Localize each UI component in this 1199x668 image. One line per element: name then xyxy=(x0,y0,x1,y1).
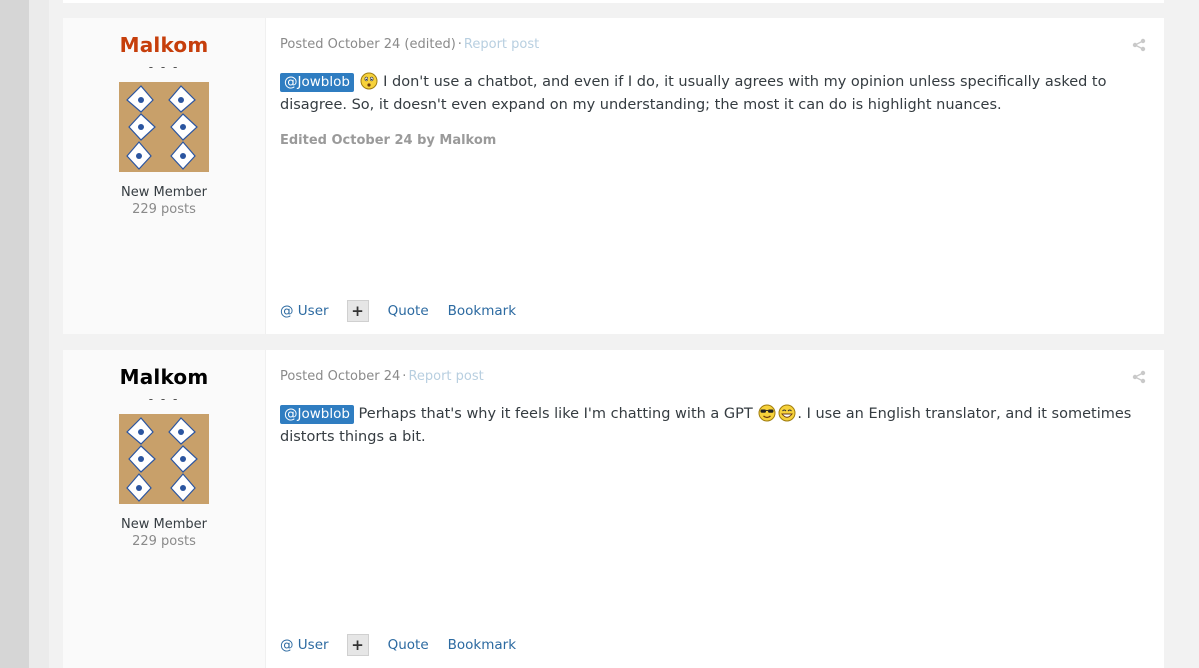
bookmark-button[interactable]: Bookmark xyxy=(448,637,516,653)
report-post-link[interactable]: Report post xyxy=(464,37,539,52)
post: Malkom - - - New Member 229 posts Posted… xyxy=(63,350,1164,668)
meta-separator: · xyxy=(402,369,407,384)
author-name[interactable]: Malkom xyxy=(63,365,265,389)
post-controls: @ User + Quote Bookmark xyxy=(280,634,516,656)
post-count: 229 posts xyxy=(132,202,196,217)
bookmark-button[interactable]: Bookmark xyxy=(448,303,516,319)
author-title-dashes: - - - xyxy=(148,392,180,406)
multiquote-button[interactable]: + xyxy=(346,634,369,656)
mention-user-label: User xyxy=(297,637,329,653)
grin-emoji-icon xyxy=(778,404,796,422)
mention-user-label: User xyxy=(297,303,329,319)
post-meta: Posted October 24 (edited) · Report post xyxy=(280,37,539,52)
author-panel: Malkom - - - New Member 229 posts xyxy=(63,18,266,334)
at-icon: @ xyxy=(280,637,294,653)
member-rank: New Member xyxy=(121,185,207,200)
post-text: I don't use a chatbot, and even if I do,… xyxy=(280,74,1107,113)
author-name[interactable]: Malkom xyxy=(63,33,265,57)
post-text-before: Perhaps that's why it feels like I'm cha… xyxy=(358,406,753,422)
meta-separator: · xyxy=(457,37,462,52)
post-body: Posted October 24 · Report post @Jowblob P… xyxy=(280,350,1146,668)
cool-sunglasses-emoji-icon xyxy=(758,404,776,422)
mention-link[interactable]: @Jowblob xyxy=(280,405,354,424)
post-count: 229 posts xyxy=(132,534,196,549)
mention-user-button[interactable]: @ User xyxy=(280,637,329,653)
quote-button[interactable]: Quote xyxy=(388,637,429,653)
mention-link[interactable]: @Jowblob xyxy=(280,73,354,92)
post-date[interactable]: Posted October 24 xyxy=(280,369,400,384)
post-meta: Posted October 24 · Report post xyxy=(280,369,484,384)
mention-user-button[interactable]: @ User xyxy=(280,303,329,319)
avatar[interactable] xyxy=(119,82,209,172)
share-icon[interactable] xyxy=(1132,370,1146,384)
member-rank: New Member xyxy=(121,517,207,532)
post: Malkom - - - New Member 229 posts Posted… xyxy=(63,18,1164,334)
author-title-dashes: - - - xyxy=(148,60,180,74)
edited-note: Edited October 24 by Malkom xyxy=(280,133,497,148)
left-gutter xyxy=(0,0,29,668)
avatar[interactable] xyxy=(119,414,209,504)
confused-emoji-icon xyxy=(360,72,378,90)
author-panel: Malkom - - - New Member 229 posts xyxy=(63,350,266,668)
post-body: Posted October 24 (edited) · Report post @… xyxy=(280,18,1146,334)
report-post-link[interactable]: Report post xyxy=(408,369,483,384)
multiquote-button[interactable]: + xyxy=(346,300,369,322)
post-date[interactable]: Posted October 24 (edited) xyxy=(280,37,456,52)
post-content: @Jowblob Perhaps that's why it feels lik… xyxy=(280,403,1138,449)
post-content: @Jowblob I don't use a chatbot, and even… xyxy=(280,71,1138,117)
quote-button[interactable]: Quote xyxy=(388,303,429,319)
at-icon: @ xyxy=(280,303,294,319)
share-icon[interactable] xyxy=(1132,38,1146,52)
post-controls: @ User + Quote Bookmark xyxy=(280,300,516,322)
previous-post-edge xyxy=(63,0,1164,3)
